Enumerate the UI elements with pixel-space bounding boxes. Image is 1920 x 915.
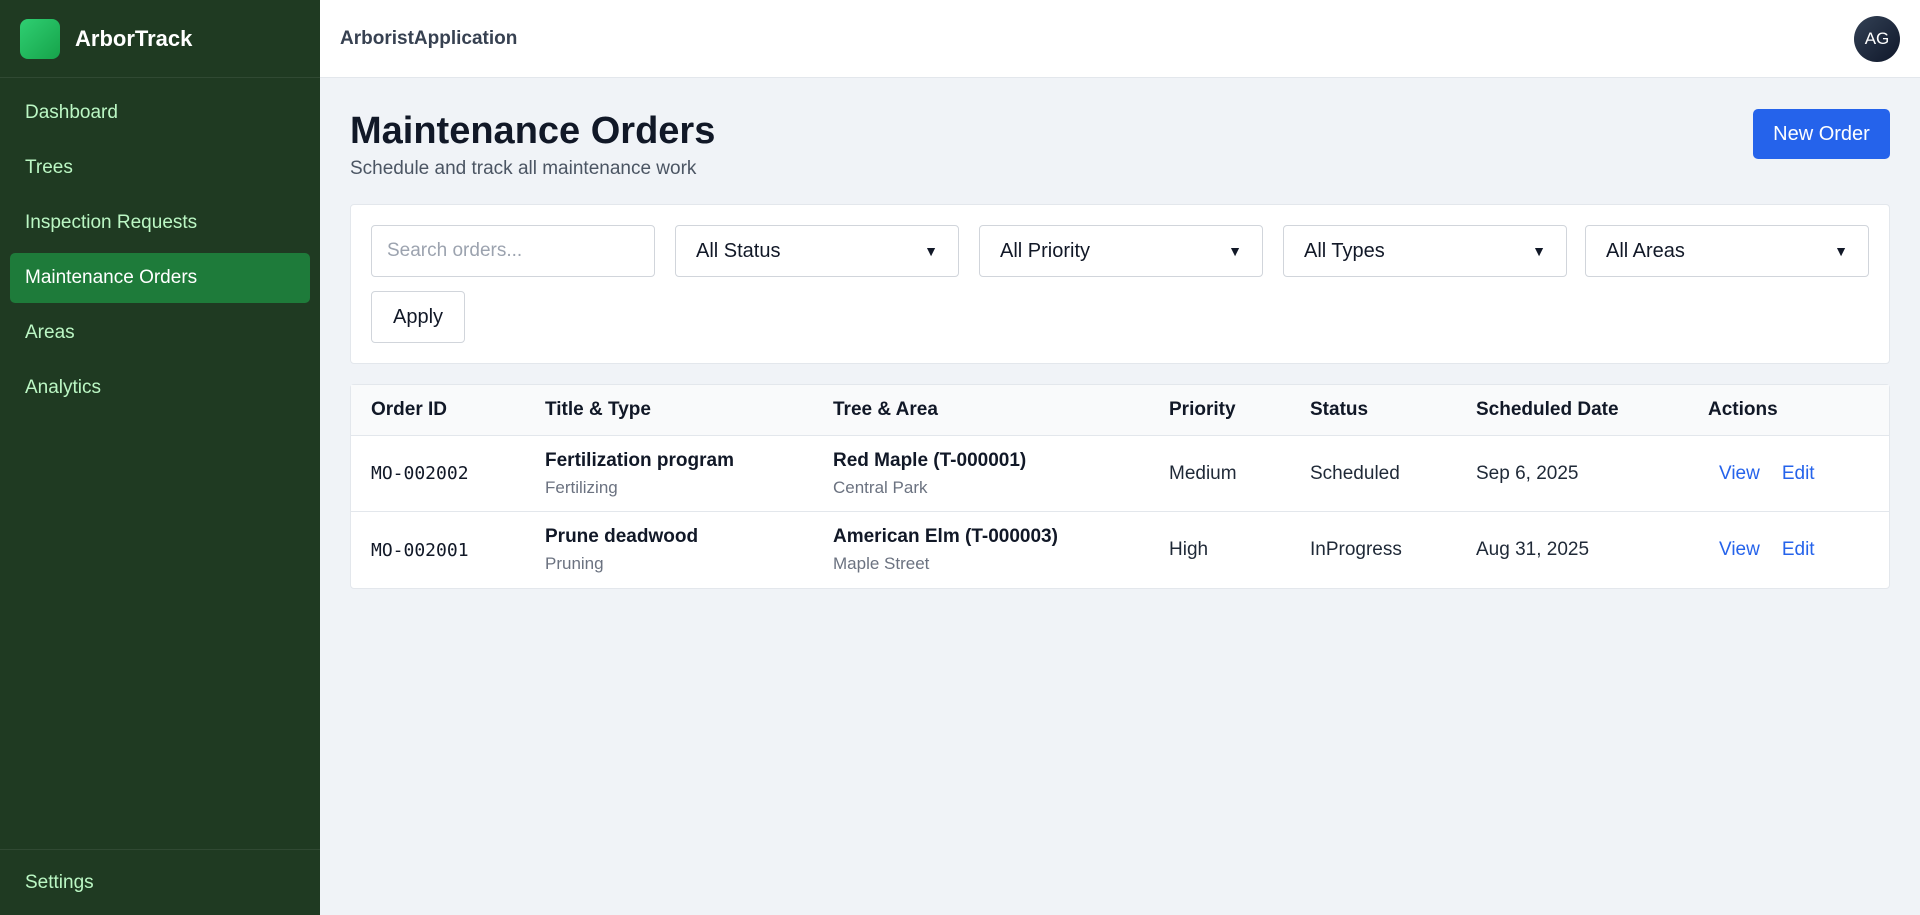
area-filter-value: All Areas [1606,239,1685,262]
status-value: Scheduled [1310,462,1400,484]
brand-logo-icon [20,18,60,59]
avatar[interactable]: AG [1854,15,1900,62]
area-name: Central Park [833,477,928,497]
scheduled-date: Sep 6, 2025 [1476,462,1579,484]
sidebar-item-analytics[interactable]: Analytics [10,363,310,413]
order-type: Fertilizing [545,477,618,497]
order-title: Prune deadwood [545,526,699,547]
orders-table: Order ID Title & Type Tree & Area Priori… [350,384,1890,589]
app-name: ArboristApplication [340,27,518,49]
order-title: Fertilization program [545,449,734,471]
sidebar-item-areas[interactable]: Areas [10,308,310,358]
page-title: Maintenance Orders [350,110,716,152]
sidebar-item-maintenance-orders[interactable]: Maintenance Orders [10,253,310,303]
tree-area-cell: Red Maple (T-000001) Central Park [833,450,1026,498]
status-filter-value: All Status [696,239,781,262]
row-actions: View Edit [1719,463,1837,485]
priority-filter-select[interactable]: All Priority ▼ [979,225,1263,277]
sidebar-nav: Dashboard Trees Inspection Requests Main… [0,78,320,849]
table-row[interactable]: MO-002001 Prune deadwood Pruning America… [351,512,1889,588]
order-id: MO-002001 [371,539,469,561]
chevron-down-icon: ▼ [1532,243,1546,259]
search-input[interactable]: Search orders... [371,225,655,277]
brand[interactable]: ArborTrack [0,0,320,78]
chevron-down-icon: ▼ [1228,243,1242,259]
view-link[interactable]: View [1719,539,1760,560]
top-bar: ArboristApplication AG [320,0,1920,78]
status-filter-select[interactable]: All Status ▼ [675,225,959,277]
chevron-down-icon: ▼ [924,243,938,259]
edit-link[interactable]: Edit [1782,463,1815,484]
row-actions: View Edit [1719,539,1837,561]
sidebar-item-dashboard[interactable]: Dashboard [10,88,310,138]
order-id: MO-002002 [371,463,469,484]
edit-link[interactable]: Edit [1782,539,1815,560]
column-header[interactable]: Order ID [371,399,447,421]
tree-name: Red Maple (T-000001) [833,449,1027,471]
order-type: Pruning [545,554,604,573]
table-header-row: Order ID Title & Type Tree & Area Priori… [351,385,1889,436]
page-header: Maintenance Orders Schedule and track al… [350,78,1890,204]
sidebar-item-inspection-requests[interactable]: Inspection Requests [10,198,310,248]
priority-value: High [1169,539,1209,560]
column-header[interactable]: Priority [1169,399,1236,421]
brand-name: ArborTrack [75,25,193,51]
title-type-cell: Fertilization program Fertilizing [545,450,734,498]
column-header[interactable]: Title & Type [545,399,651,421]
page-subtitle: Schedule and track all maintenance work [350,158,697,179]
column-header[interactable]: Status [1310,399,1368,421]
table-row[interactable]: MO-002002 Fertilization program Fertiliz… [351,436,1889,512]
scheduled-date: Aug 31, 2025 [1476,539,1590,560]
main-content: Maintenance Orders Schedule and track al… [350,78,1890,589]
column-header: Actions [1708,399,1778,420]
sidebar-item-settings[interactable]: Settings [0,849,320,915]
filters-panel: Search orders... All Status ▼ All Priori… [350,204,1890,364]
priority-filter-value: All Priority [1000,239,1091,262]
tree-area-cell: American Elm (T-000003) Maple Street [833,526,1058,574]
type-filter-select[interactable]: All Types ▼ [1283,225,1567,277]
column-header[interactable]: Scheduled Date [1476,399,1619,421]
tree-name: American Elm (T-000003) [833,526,1058,547]
sidebar-item-trees[interactable]: Trees [10,143,310,193]
apply-button[interactable]: Apply [371,291,465,343]
view-link[interactable]: View [1719,463,1760,484]
area-filter-select[interactable]: All Areas ▼ [1585,225,1869,277]
new-order-button[interactable]: New Order [1753,109,1890,159]
column-header[interactable]: Tree & Area [833,399,938,421]
type-filter-value: All Types [1304,239,1385,262]
title-type-cell: Prune deadwood Pruning [545,526,698,574]
sidebar: ArborTrack Dashboard Trees Inspection Re… [0,0,320,915]
status-value: InProgress [1310,539,1402,560]
priority-value: Medium [1169,462,1237,484]
chevron-down-icon: ▼ [1834,243,1848,259]
area-name: Maple Street [833,554,930,573]
